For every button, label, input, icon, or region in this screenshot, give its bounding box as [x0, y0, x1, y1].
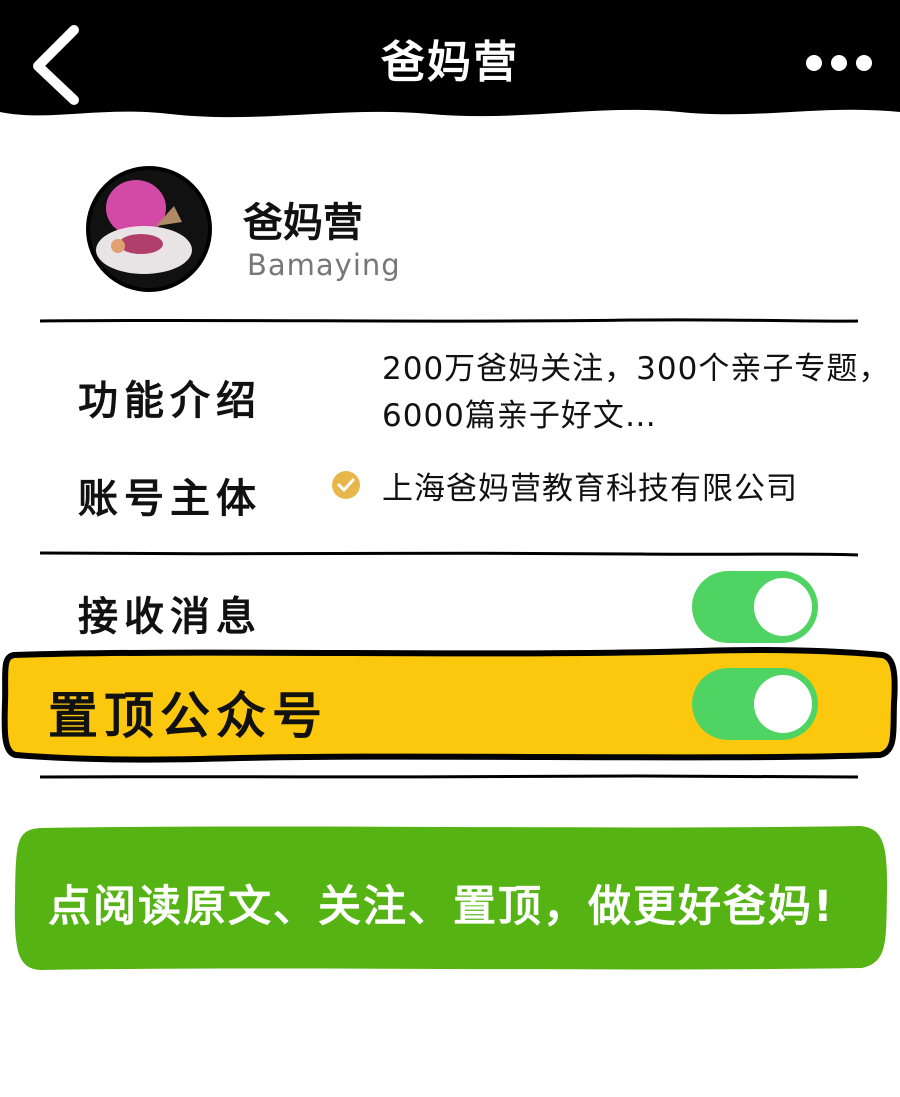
function-intro-label: 功能介绍: [78, 378, 262, 424]
banner-text: 点阅读原文、关注、置顶，做更好爸妈!: [48, 882, 835, 932]
pin-account-label: 置顶公众号: [48, 687, 328, 745]
top-bar: 爸妈营: [0, 0, 900, 125]
toggle-knob: [754, 578, 812, 636]
verified-check-icon: [330, 469, 362, 501]
avatar[interactable]: [86, 166, 212, 292]
account-entity-value: 上海爸妈营教育科技有限公司: [382, 471, 798, 507]
profile-name: 爸妈营: [243, 200, 363, 246]
function-intro-line2: 6000篇亲子好文…: [382, 398, 657, 434]
page-title: 爸妈营: [381, 37, 519, 88]
more-button[interactable]: [804, 48, 874, 78]
account-entity-label: 账号主体: [78, 476, 262, 522]
toggle-knob: [754, 675, 812, 733]
divider: [40, 551, 859, 557]
account-id: Bamaying: [247, 248, 401, 282]
divider: [40, 774, 859, 779]
avatar-image: [86, 166, 212, 292]
receive-messages-label: 接收消息: [78, 594, 262, 640]
ellipsis-icon: [806, 55, 872, 71]
receive-messages-toggle[interactable]: [692, 571, 818, 643]
function-intro-line1: 200万爸妈关注，300个亲子专题，: [382, 351, 891, 387]
pin-account-toggle[interactable]: [692, 668, 818, 740]
divider: [40, 318, 859, 323]
